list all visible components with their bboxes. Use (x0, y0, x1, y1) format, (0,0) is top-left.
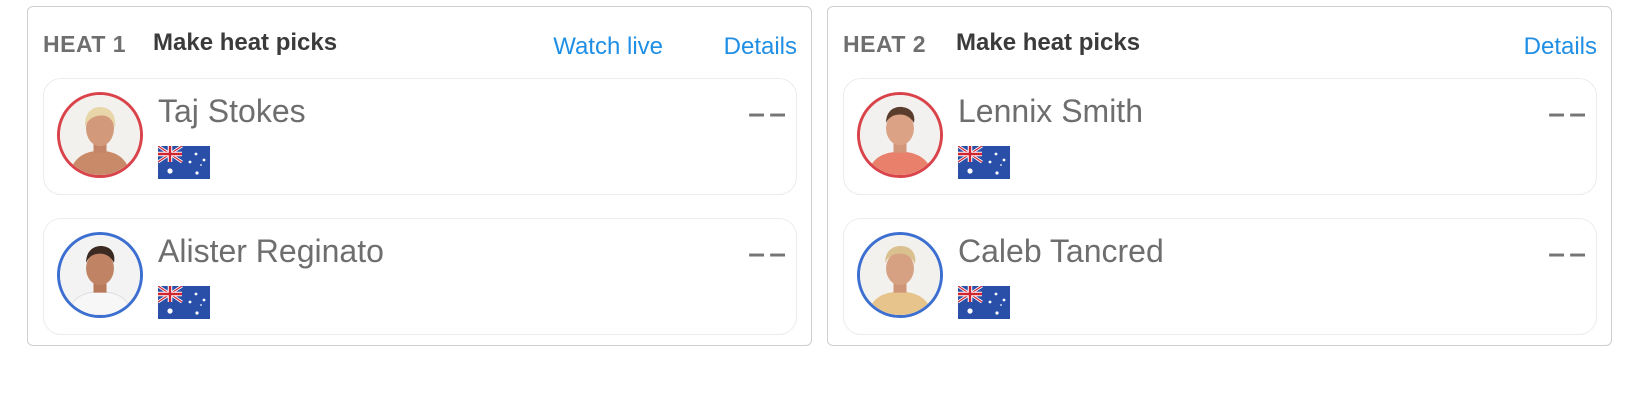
heat-title[interactable]: Make heat picks (956, 29, 1140, 57)
surfer-avatar (57, 232, 143, 318)
surfer-avatar (857, 92, 943, 178)
surfer-avatar (857, 232, 943, 318)
surfer-photo (860, 235, 940, 315)
surfer-score: – – (748, 97, 786, 130)
surfer-name: Caleb Tancred (958, 233, 1164, 269)
details-link[interactable]: Details (1524, 33, 1597, 61)
surfer-row[interactable]: Caleb Tancred – – (843, 218, 1597, 335)
watch-live-link[interactable]: Watch live (553, 33, 663, 61)
surfer-score: – – (748, 237, 786, 270)
australia-flag-icon (158, 286, 210, 319)
heat-title[interactable]: Make heat picks (153, 29, 337, 57)
surfer-score: – – (1548, 97, 1586, 130)
surfer-score: – – (1548, 237, 1586, 270)
surfer-photo (60, 95, 140, 175)
surfer-row[interactable]: Lennix Smith – – (843, 78, 1597, 195)
surfer-name: Alister Reginato (158, 233, 384, 269)
details-link[interactable]: Details (724, 33, 797, 61)
heat-header: HEAT 1 Make heat picks Watch live Detail… (43, 29, 797, 65)
surfer-row[interactable]: Taj Stokes – – (43, 78, 797, 195)
surfer-avatar (57, 92, 143, 178)
surfer-name: Lennix Smith (958, 93, 1143, 129)
heat-label: HEAT 2 (843, 31, 927, 57)
surfer-photo (60, 235, 140, 315)
heat-label: HEAT 1 (43, 31, 127, 57)
surfer-photo (860, 95, 940, 175)
surfer-row[interactable]: Alister Reginato – – (43, 218, 797, 335)
heat-header: HEAT 2 Make heat picks Details (843, 29, 1597, 65)
australia-flag-icon (158, 146, 210, 179)
australia-flag-icon (958, 146, 1010, 179)
surfer-name: Taj Stokes (158, 93, 306, 129)
heat-card-1: HEAT 1 Make heat picks Watch live Detail… (27, 6, 812, 346)
heat-card-2: HEAT 2 Make heat picks Details Lennix Sm… (827, 6, 1612, 346)
australia-flag-icon (958, 286, 1010, 319)
